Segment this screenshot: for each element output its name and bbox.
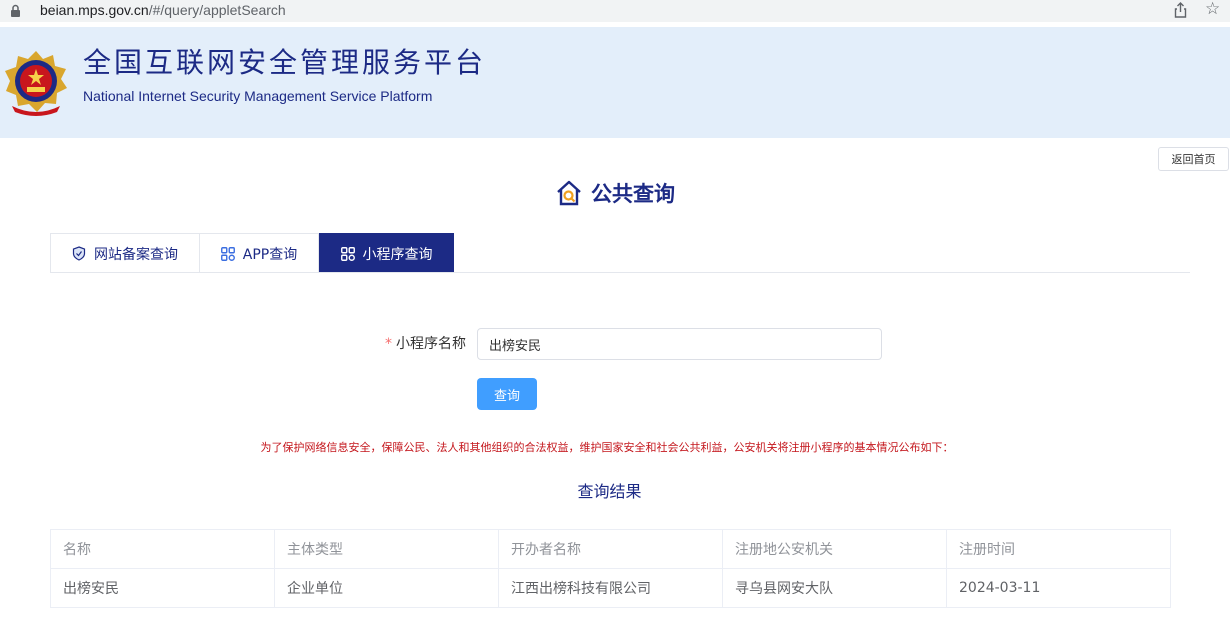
table-cell: 江西出榜科技有限公司 [498, 568, 723, 608]
tab-label: APP查询 [242, 246, 298, 263]
tab-app[interactable]: APP查询 [200, 233, 319, 273]
required-mark: * [385, 336, 392, 352]
browser-address-bar[interactable]: beian.mps.gov.cn/#/query/appletSearch ☆ [0, 0, 1230, 22]
column-header: 注册地公安机关 [722, 529, 947, 569]
url-path: /#/query/appletSearch [148, 2, 286, 18]
tab-label: 小程序查询 [362, 246, 433, 263]
table-header-row: 名称 主体类型 开办者名称 注册地公安机关 注册时间 [50, 529, 1171, 569]
return-home-button[interactable]: 返回首页 [1158, 147, 1229, 171]
page-title-text: 公共查询 [591, 182, 675, 206]
column-header: 开办者名称 [498, 529, 723, 569]
url-host: beian.mps.gov.cn [40, 2, 149, 18]
page-title: 公共查询 [555, 176, 675, 210]
table-cell: 寻乌县网安大队 [722, 568, 947, 608]
column-header: 名称 [50, 529, 275, 569]
tab-label: 网站备案查询 [94, 246, 178, 263]
query-tabs: 网站备案查询 APP查询 小程序查询 [50, 233, 454, 273]
miniprogram-name-input[interactable] [477, 328, 882, 360]
url-text[interactable]: beian.mps.gov.cn/#/query/appletSearch [40, 1, 286, 19]
site-title: 全国互联网安全管理服务平台 [83, 46, 487, 79]
table-cell: 出榜安民 [50, 568, 275, 608]
notice-text: 为了保护网络信息安全，保障公民、法人和其他组织的合法权益，维护国家安全和社会公共… [260, 441, 954, 454]
label-text: 小程序名称 [396, 336, 466, 352]
column-header: 注册时间 [946, 529, 1171, 569]
table-row: 出榜安民 企业单位 江西出榜科技有限公司 寻乌县网安大队 2024-03-11 [50, 568, 1171, 608]
table-cell: 企业单位 [274, 568, 499, 608]
app-grid-icon [220, 246, 235, 261]
shield-icon [72, 246, 86, 261]
miniprogram-icon [340, 246, 355, 261]
miniprogram-name-label: * 小程序名称 [360, 333, 466, 353]
bookmark-star-icon[interactable]: ☆ [1205, 0, 1220, 19]
search-button[interactable]: 查询 [477, 378, 537, 410]
site-subtitle: National Internet Security Management Se… [83, 88, 433, 104]
tab-miniprogram[interactable]: 小程序查询 [319, 233, 454, 273]
tab-website-filing[interactable]: 网站备案查询 [50, 233, 200, 273]
results-table: 名称 主体类型 开办者名称 注册地公安机关 注册时间 出榜安民 企业单位 江西出… [50, 529, 1171, 608]
lock-icon [10, 3, 21, 22]
share-icon[interactable] [1174, 2, 1187, 22]
house-search-icon [555, 179, 583, 207]
results-title: 查询结果 [577, 482, 642, 501]
column-header: 主体类型 [274, 529, 499, 569]
table-cell: 2024-03-11 [946, 568, 1171, 608]
header-banner: 全国互联网安全管理服务平台 National Internet Security… [0, 27, 1230, 138]
tab-divider [50, 272, 1190, 273]
police-emblem-icon [4, 50, 68, 120]
